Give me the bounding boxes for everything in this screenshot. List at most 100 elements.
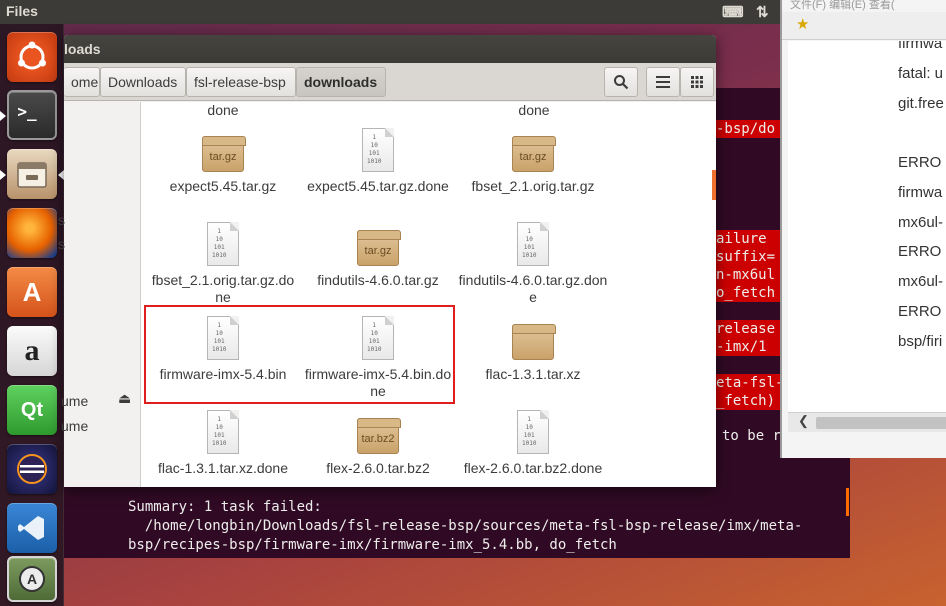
archive-icon [511,316,556,364]
terminal-line: Summary: 1 task failed: [128,499,322,515]
file-grid: done done tar.gz expect5.45.tar.gz 1 10 … [141,102,716,487]
files-titlebar[interactable]: loads [64,35,716,63]
file-item[interactable]: 1 10 101 1010 flac-1.3.1.tar.xz.done [148,410,298,477]
binary-file-icon: 1 10 101 1010 [511,410,555,458]
launcher-running-indicator [0,170,6,180]
highlight-annotation-box [144,305,455,404]
file-name: flac-1.3.1.tar.xz.done [158,460,288,476]
app-title: Files [6,3,38,19]
menu-lines-icon [656,76,670,88]
terminal-cursor [846,488,849,516]
terminal-error-line: suffix= [714,248,786,266]
network-transfer-icon[interactable]: ⇅ [756,3,769,21]
archive-icon: tar.bz2 [356,410,401,458]
breadcrumb-downloads-current[interactable]: downloads [296,67,386,97]
breadcrumb-home[interactable]: ome [64,67,100,97]
breadcrumb-fsl-release-bsp[interactable]: fsl-release-bsp [186,67,296,97]
view-options-button[interactable] [646,67,680,97]
breadcrumb-downloads[interactable]: Downloads [100,67,186,97]
browser-text-line: mx6ul- [898,273,944,290]
qt-creator-icon[interactable]: Qt [7,385,57,435]
terminal-line: bsp/recipes-bsp/firmware-imx/firmware-im… [128,537,617,553]
terminal-line: to be r [722,428,782,444]
browser-text-line: ERRO [898,154,942,171]
svg-text:A: A [27,571,37,587]
file-item[interactable]: flac-1.3.1.tar.xz [458,316,608,383]
launcher-running-indicator [0,111,6,121]
terminal-error-line: release [714,320,786,338]
eclipse-icon[interactable] [7,444,57,494]
browser-toolbar: ★ [782,12,946,40]
window-title: loads [64,41,101,57]
terminal-error-line: o_fetch [714,284,786,302]
vscode-icon[interactable] [7,503,57,553]
file-name: done [207,102,239,118]
terminal-error-line: eta-fsl- [714,374,786,392]
file-name: fbset_2.1.orig.tar.gz.done [151,272,295,305]
sidebar-item-volume[interactable]: ume [61,393,88,409]
archive-icon: tar.gz [356,222,401,270]
file-name: flex-2.6.0.tar.bz2 [326,460,430,476]
binary-file-icon: 1 10 101 1010 [356,128,400,176]
archive-icon: tar.gz [511,128,556,176]
browser-horizontal-scrollbar[interactable]: ❮ [788,412,946,432]
sidebar-item-volume[interactable]: ume [61,418,88,434]
file-name: flac-1.3.1.tar.xz [485,366,581,382]
file-name: expect5.45.tar.gz.done [307,178,449,194]
file-item[interactable]: done [148,102,298,119]
terminal-error-line: ailure [714,230,786,248]
sidebar-item[interactable]: s [58,212,65,228]
file-item[interactable]: tar.gz fbset_2.1.orig.tar.gz [458,128,608,195]
file-item[interactable]: 1 10 101 1010 expect5.45.tar.gz.done [303,128,453,195]
terminal-line: /home/longbin/Downloads/fsl-release-bsp/… [128,518,803,534]
file-item[interactable]: tar.bz2 flex-2.6.0.tar.bz2 [303,410,453,477]
binary-file-icon: 1 10 101 1010 [511,222,555,270]
file-item[interactable]: 1 10 101 1010 fbset_2.1.orig.tar.gz.done [148,222,298,306]
browser-text-line: git.free [898,95,944,112]
files-app-icon[interactable] [7,149,57,199]
grid-view-button[interactable] [680,67,714,97]
keyboard-icon[interactable]: ⌨ [722,3,744,21]
file-item[interactable]: tar.gz expect5.45.tar.gz [148,128,298,195]
file-name: fbset_2.1.orig.tar.gz [471,178,595,194]
dash-home-icon[interactable] [7,32,57,82]
browser-text-line: ERRO [898,303,942,320]
file-name: findutils-4.6.0.tar.gz.done [458,272,608,305]
browser-content: firmwa fatal: u git.free ERRO firmwa mx6… [788,41,946,413]
file-item[interactable]: done [459,102,609,119]
browser-text-line: ERRO [898,243,942,260]
search-button[interactable] [604,67,638,97]
software-updater-icon[interactable]: A [7,556,57,602]
amazon-icon[interactable]: a [7,326,57,376]
sidebar-item[interactable]: s [58,236,65,252]
binary-file-icon: 1 10 101 1010 [201,222,245,270]
file-item[interactable]: tar.gz findutils-4.6.0.tar.gz [303,222,453,289]
binary-file-icon: 1 10 101 1010 [201,410,245,458]
eject-icon[interactable]: ⏏ [118,390,131,407]
terminal-app-icon[interactable]: >_ [7,90,57,140]
search-icon [614,75,629,90]
files-window[interactable]: loads ome Downloads fsl-release-bsp down… [58,35,716,487]
terminal-error-line: n-mx6ul [714,266,786,284]
browser-text-line: firmwa [898,184,943,201]
file-name: expect5.45.tar.gz [169,178,277,194]
file-item[interactable]: 1 10 101 1010 findutils-4.6.0.tar.gz.don… [458,222,608,306]
browser-menubar[interactable]: 文件(F) 编辑(E) 查看( [790,0,894,12]
scroll-left-icon[interactable]: ❮ [798,413,809,429]
terminal-error-line: -imx/1 [714,338,786,356]
path-bar: ome Downloads fsl-release-bsp downloads [64,63,716,101]
bookmark-star-icon[interactable]: ★ [796,15,809,33]
browser-window[interactable]: 文件(F) 编辑(E) 查看( ★ firmwa fatal: u git.fr… [780,0,946,458]
terminal-scroll-indicator [712,170,716,200]
software-center-icon[interactable]: A [7,267,57,317]
browser-text-line: bsp/firi [898,333,943,350]
grid-icon [691,76,703,88]
launcher: >_ A a Qt A [0,24,64,606]
scrollbar-thumb[interactable] [816,417,946,429]
terminal-error-line: _fetch) [714,392,786,410]
file-name: flex-2.6.0.tar.bz2.done [463,460,603,476]
firefox-icon[interactable] [7,208,57,258]
file-name: done [518,102,550,118]
file-item[interactable]: 1 10 101 1010 flex-2.6.0.tar.bz2.done [458,410,608,477]
files-sidebar: s s ume ⏏ ume [58,102,141,487]
